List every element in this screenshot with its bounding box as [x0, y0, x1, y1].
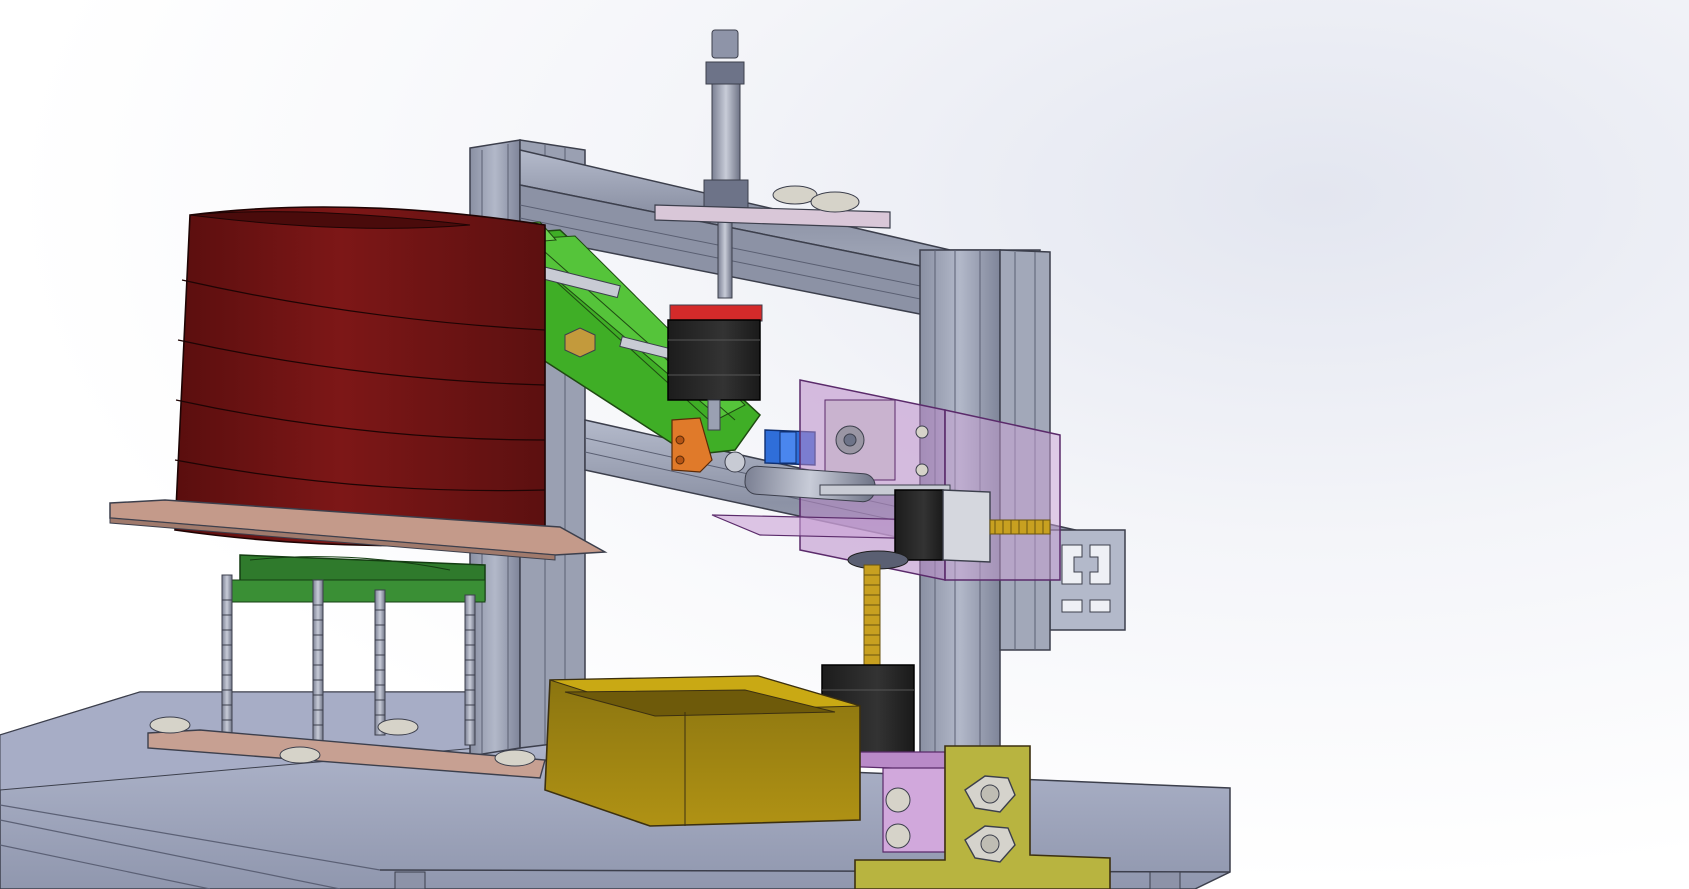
cylindrical-hopper	[174, 206, 546, 547]
green-fan-housing	[224, 554, 486, 603]
motor-cap-red	[669, 304, 763, 322]
yellow-tray	[544, 675, 861, 827]
cad-viewport[interactable]	[0, 0, 1689, 889]
cad-model-render[interactable]	[0, 0, 1689, 889]
lead-screw-springs	[989, 519, 1051, 535]
